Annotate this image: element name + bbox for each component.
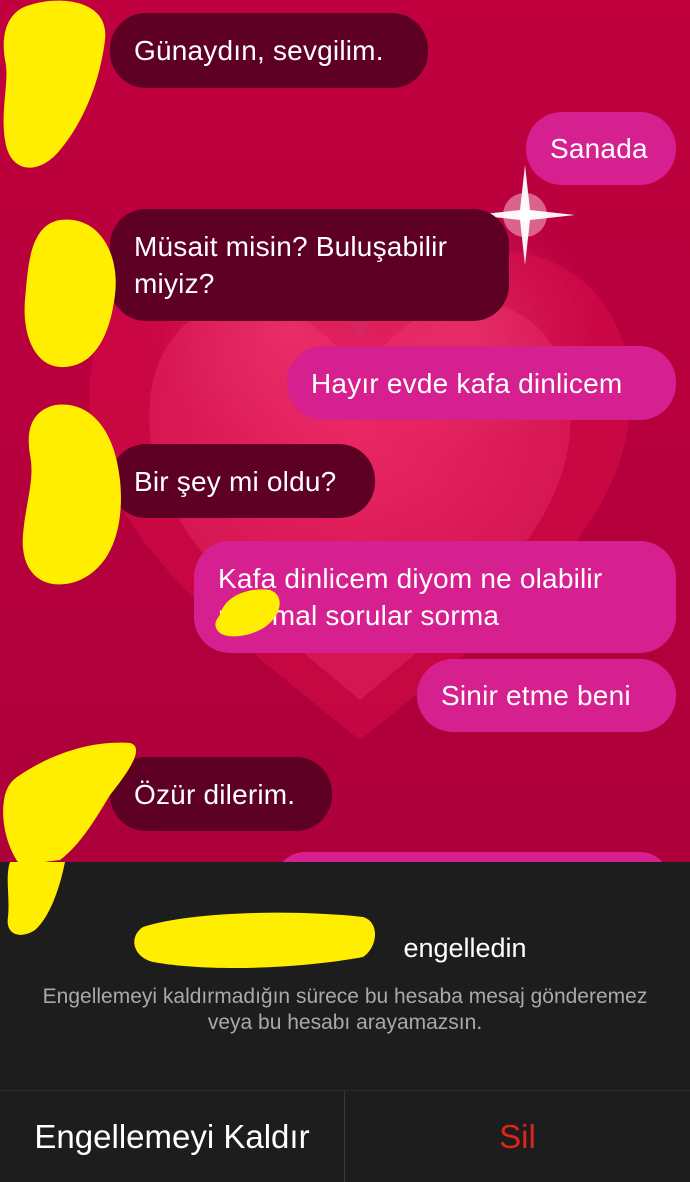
message-incoming[interactable]: Günaydın, sevgilim. xyxy=(110,13,428,88)
message-text: Müsait misin? Buluşabilir miyiz? xyxy=(134,231,448,299)
redaction-scribble xyxy=(7,862,65,935)
message-text: Hayır evde kafa dinlicem xyxy=(311,367,623,399)
message-incoming[interactable]: Bir şey mi oldu? xyxy=(110,444,375,518)
action-bar: Engellemeyi Kaldır Sil xyxy=(0,1090,690,1182)
chat-thread[interactable]: Günaydın, sevgilim. Sanada Müsait misin?… xyxy=(0,0,690,862)
redaction-scribble xyxy=(3,742,136,862)
redaction-scribble xyxy=(134,912,376,969)
message-incoming[interactable]: Müsait misin? Buluşabilir miyiz? xyxy=(110,209,509,321)
blocked-panel: engelledin Engellemeyi kaldırmadığın sür… xyxy=(0,862,690,1090)
message-text: Özür dilerim. xyxy=(134,778,296,810)
redaction-scribble xyxy=(24,219,116,368)
message-text: Sinir etme beni xyxy=(441,680,631,711)
message-outgoing-partial[interactable] xyxy=(275,852,670,862)
redaction-scribble xyxy=(215,589,280,637)
blocked-suffix: engelledin xyxy=(403,933,527,963)
message-text: Bir şey mi oldu? xyxy=(134,465,337,497)
message-outgoing[interactable]: Sinir etme beni xyxy=(417,659,676,732)
redaction-scribble xyxy=(3,0,106,168)
message-outgoing[interactable]: Sanada xyxy=(526,112,676,185)
message-text: Sanada xyxy=(550,133,648,164)
message-outgoing[interactable]: Hayır evde kafa dinlicem xyxy=(287,346,676,420)
unblock-button[interactable]: Engellemeyi Kaldır xyxy=(0,1091,345,1182)
redaction-scribble xyxy=(22,404,121,585)
message-text: Günaydın, sevgilim. xyxy=(134,35,384,66)
delete-button[interactable]: Sil xyxy=(345,1091,690,1182)
blocked-description: Engellemeyi kaldırmadığın sürece bu hesa… xyxy=(42,985,648,1034)
